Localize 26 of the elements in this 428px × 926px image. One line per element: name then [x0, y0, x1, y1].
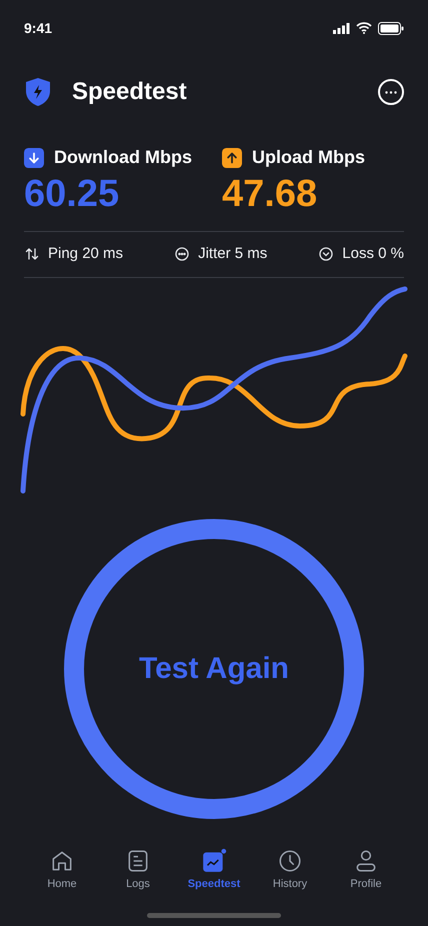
metric-label: Upload Mbps: [252, 146, 365, 169]
more-options-button[interactable]: [378, 79, 404, 105]
stat-label: Loss 0 %: [342, 244, 404, 264]
stat-label: Ping 20 ms: [48, 244, 124, 264]
signal-icon: [333, 22, 350, 34]
stat-label: Jitter 5 ms: [198, 244, 268, 264]
chart-icon: [201, 848, 227, 874]
nav-tab[interactable]: History: [255, 848, 325, 892]
app-title: Speedtest: [72, 77, 187, 107]
clock-icon: [277, 848, 303, 874]
metric-label: Download Mbps: [54, 146, 192, 169]
nav-tab[interactable]: Profile: [331, 848, 401, 892]
chevron-circle-icon: [318, 246, 334, 262]
up-down-arrows-icon: [24, 246, 40, 262]
wifi-icon: [356, 22, 372, 34]
status-time: 9:41: [24, 18, 52, 38]
nav-tab[interactable]: Speedtest: [179, 848, 249, 892]
ellipsis-icon: [385, 90, 397, 94]
battery-icon: [378, 22, 404, 34]
nav-tab[interactable]: Logs: [103, 848, 173, 892]
dots-circle-icon: [174, 246, 190, 262]
nav-tab[interactable]: Home: [27, 848, 97, 892]
metric-value: 47.68: [222, 172, 318, 217]
shield-bolt-icon: [24, 77, 52, 107]
test-again-button[interactable]: Test Again: [64, 518, 364, 818]
metric-value: 60.25: [24, 172, 120, 217]
